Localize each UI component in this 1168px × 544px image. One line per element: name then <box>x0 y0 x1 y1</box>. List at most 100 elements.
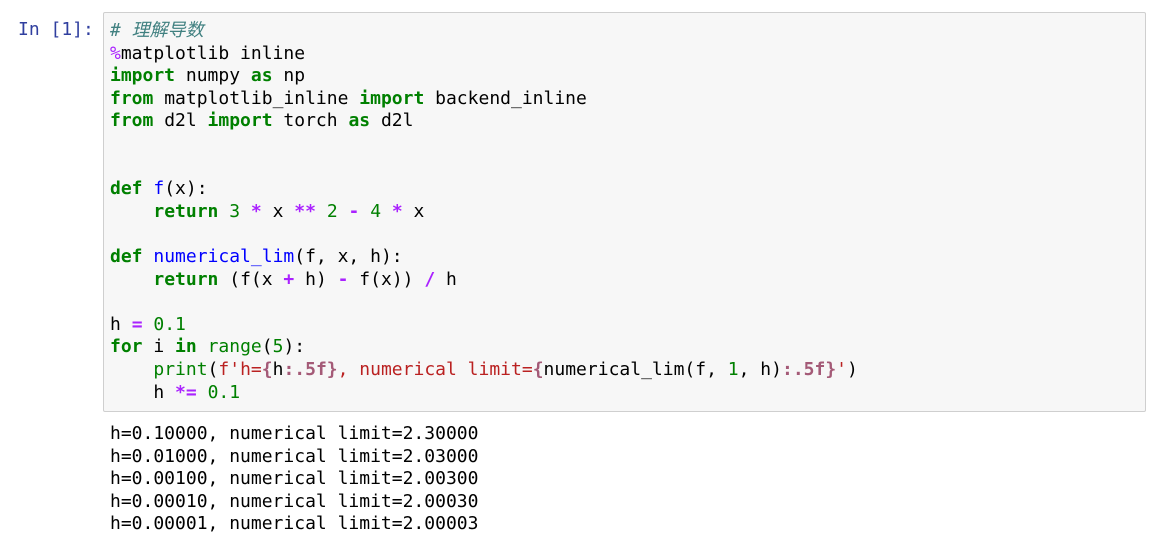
code-token-plain: h <box>110 313 132 335</box>
code-token-plain: h) <box>294 268 338 290</box>
output-line: h=0.00010, numerical limit=2.00030 <box>110 490 479 512</box>
code-token-plain: d2l <box>370 110 414 132</box>
code-token-plain: x <box>261 200 295 222</box>
code-token-plain: (f(x <box>218 268 284 290</box>
code-token-plain: backend_inline <box>424 87 587 109</box>
code-line: import numpy as np <box>110 65 858 88</box>
output-line: h=0.00001, numerical limit=2.00003 <box>110 513 479 535</box>
notebook-code-cell: In [1]: # 理解导数 %matplotlib inline import n… <box>0 0 1168 544</box>
code-token-keyword: as <box>348 110 371 132</box>
code-token-plain: ( <box>261 336 273 358</box>
code-line: def numerical_lim(f, x, h): <box>110 246 858 269</box>
code-token-number: 3 <box>229 200 241 222</box>
code-token-plain: np <box>272 65 306 87</box>
code-token-plain: ( <box>207 358 219 380</box>
output-line: h=0.00100, numerical limit=2.00300 <box>110 468 479 490</box>
code-token-number: 4 <box>370 200 382 222</box>
code-line: h *= 0.1 <box>110 382 858 405</box>
code-token-keyword: return <box>153 268 219 290</box>
code-line: # 理解导数 <box>110 20 858 43</box>
code-token-keyword: from <box>110 110 154 132</box>
code-token-op: = <box>131 313 143 335</box>
code-token-interp: :.5f} <box>781 358 837 380</box>
code-token-func: numerical_lim <box>153 245 295 267</box>
code-token-number: 5 <box>272 336 284 358</box>
code-token-number: 0.1 <box>207 381 241 403</box>
code-line: def f(x): <box>110 178 858 201</box>
code-token-keyword: return <box>153 200 219 222</box>
code-token-plain: h <box>110 381 176 403</box>
code-token-keyword: def <box>110 178 143 200</box>
code-token-plain: d2l <box>153 110 208 132</box>
code-token-keyword: as <box>250 65 273 87</box>
code-line: for i in range(5): <box>110 336 858 359</box>
code-token-keyword: in <box>175 336 197 358</box>
code-token-plain: torch <box>272 110 349 132</box>
output-line: h=0.10000, numerical limit=2.30000 <box>110 423 479 444</box>
code-line: from matplotlib_inline import backend_in… <box>110 88 858 111</box>
code-token-keyword: for <box>110 336 143 358</box>
code-token-interp: { <box>261 358 273 380</box>
code-token-op: - <box>348 200 360 222</box>
code-token-plain: (x): <box>164 178 208 200</box>
code-token-op: + <box>283 268 295 290</box>
input-prompt: In [1]: <box>18 19 94 40</box>
code-token-plain: h <box>435 268 457 290</box>
code-token-plain: f(x)) <box>348 268 425 290</box>
code-token-plain: ): <box>283 336 306 358</box>
code-token-number: 2 <box>326 200 338 222</box>
code-token-plain: numerical_lim(f, <box>543 358 728 380</box>
code-token-plain: ) <box>847 358 858 380</box>
code-token-string: f'h= <box>218 358 262 380</box>
code-token-keyword: import <box>110 65 176 87</box>
code-token-keyword: import <box>359 87 425 109</box>
code-token-plain: i <box>142 336 176 358</box>
code-token-plain: , h) <box>738 358 782 380</box>
code-token-op: *= <box>175 381 197 403</box>
code-token-keyword: def <box>110 245 143 267</box>
code-token-plain: h <box>272 358 284 380</box>
code-token-number: 1 <box>727 358 739 380</box>
code-source[interactable]: # 理解导数 %matplotlib inline import numpy as … <box>110 20 858 404</box>
code-token-op: - <box>337 268 349 290</box>
code-line: return 3 * x ** 2 - 4 * x <box>110 201 858 224</box>
code-line: h = 0.1 <box>110 314 858 337</box>
code-token-op: / <box>424 268 436 290</box>
code-token-plain: matplotlib_inline <box>153 87 360 109</box>
code-token-plain: numpy <box>175 65 251 87</box>
code-token-string: , numerical limit= <box>337 358 533 380</box>
code-token-op: * <box>250 200 262 222</box>
code-token-plain: (f, x, h): <box>294 245 403 267</box>
code-token-interp: :.5f} <box>283 358 338 380</box>
code-token-string: ' <box>836 358 848 380</box>
code-line: from d2l import torch as d2l <box>110 110 858 133</box>
output-line: h=0.01000, numerical limit=2.03000 <box>110 445 479 467</box>
code-token-magic: % <box>110 42 121 64</box>
code-token-keyword: import <box>207 110 273 132</box>
code-token-plain: x <box>402 200 425 222</box>
code-token-op: ** <box>294 200 316 222</box>
code-token-func: f <box>153 178 165 200</box>
code-line: print(f'h={h:.5f}, numerical limit={nume… <box>110 359 858 382</box>
cell-output: h=0.10000, numerical limit=2.30000 h=0.01… <box>110 423 478 536</box>
code-token-builtin: range <box>207 336 262 358</box>
code-token-number: 0.1 <box>153 313 186 335</box>
code-line: return (f(x + h) - f(x)) / h <box>110 269 858 292</box>
code-editor[interactable]: # 理解导数 %matplotlib inline import numpy as … <box>103 12 1146 412</box>
